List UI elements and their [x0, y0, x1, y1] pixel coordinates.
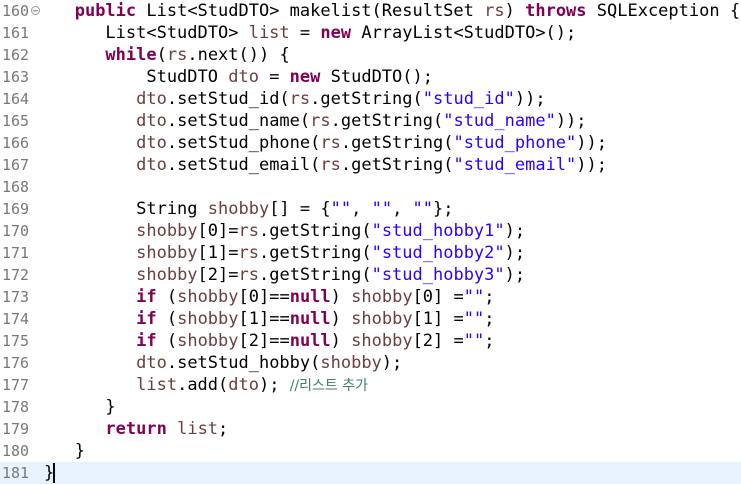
line-number: 175 — [2, 332, 30, 350]
code-text: list.add(dto); //리스트 추가 — [136, 375, 368, 395]
code-line-161[interactable]: 161 List<StudDTO> list = new ArrayList<S… — [0, 22, 741, 44]
line-number: 163 — [2, 68, 30, 86]
code-line-181[interactable]: 181} — [0, 462, 741, 484]
line-number: 173 — [2, 288, 30, 306]
line-number: 168 — [2, 178, 30, 196]
code-line-180[interactable]: 180 } — [0, 440, 741, 462]
code-text: if (shobby[1]==null) shobby[1] =""; — [136, 309, 495, 329]
code-text: } — [44, 397, 116, 417]
code-editor[interactable]: 160− public List<StudDTO> makelist(Resul… — [0, 0, 741, 484]
line-number: 177 — [2, 376, 30, 394]
fold-minus-icon[interactable]: − — [31, 6, 40, 17]
line-number: 176 — [2, 354, 30, 372]
code-line-160[interactable]: 160− public List<StudDTO> makelist(Resul… — [0, 0, 741, 22]
code-text: dto.setStud_hobby(shobby); — [136, 353, 403, 373]
code-text: StudDTO dto = new StudDTO(); — [44, 67, 433, 87]
code-text: while(rs.next()) { — [105, 45, 290, 65]
line-number: 164 — [2, 90, 30, 108]
line-number: 169 — [2, 200, 30, 218]
code-line-179[interactable]: 179 return list; — [0, 418, 741, 440]
line-number: 180 — [2, 442, 30, 460]
code-line-168[interactable]: 168 — [0, 176, 741, 198]
line-number: 170 — [2, 222, 30, 240]
line-number: 162 — [2, 46, 30, 64]
code-text: shobby[1]=rs.getString("stud_hobby2"); — [136, 243, 526, 263]
code-line-177[interactable]: 177 list.add(dto); //리스트 추가 — [0, 374, 741, 396]
code-line-167[interactable]: 167 dto.setStud_email(rs.getString("stud… — [0, 154, 741, 176]
code-line-166[interactable]: 166 dto.setStud_phone(rs.getString("stud… — [0, 132, 741, 154]
line-number: 167 — [2, 156, 30, 174]
line-number: 165 — [2, 112, 30, 130]
code-line-175[interactable]: 175 if (shobby[2]==null) shobby[2] =""; — [0, 330, 741, 352]
code-text: } — [44, 441, 85, 461]
code-line-170[interactable]: 170 shobby[0]=rs.getString("stud_hobby1"… — [0, 220, 741, 242]
code-text: public List<StudDTO> makelist(ResultSet … — [74, 1, 741, 21]
code-text: shobby[0]=rs.getString("stud_hobby1"); — [136, 221, 526, 241]
code-text: dto.setStud_id(rs.getString("stud_id")); — [136, 89, 546, 109]
line-number: 161 — [2, 24, 30, 42]
code-line-164[interactable]: 164 dto.setStud_id(rs.getString("stud_id… — [0, 88, 741, 110]
code-line-173[interactable]: 173 if (shobby[0]==null) shobby[0] =""; — [0, 286, 741, 308]
line-number: 166 — [2, 134, 30, 152]
code-text: if (shobby[0]==null) shobby[0] =""; — [136, 287, 495, 307]
text-cursor — [53, 463, 55, 483]
code-line-171[interactable]: 171 shobby[1]=rs.getString("stud_hobby2"… — [0, 242, 741, 264]
code-line-162[interactable]: 162 while(rs.next()) { — [0, 44, 741, 66]
code-text: if (shobby[2]==null) shobby[2] =""; — [136, 331, 495, 351]
line-number: 178 — [2, 398, 30, 416]
code-line-172[interactable]: 172 shobby[2]=rs.getString("stud_hobby3"… — [0, 264, 741, 286]
code-line-176[interactable]: 176 dto.setStud_hobby(shobby); — [0, 352, 741, 374]
code-text: shobby[2]=rs.getString("stud_hobby3"); — [136, 265, 526, 285]
code-line-174[interactable]: 174 if (shobby[1]==null) shobby[1] =""; — [0, 308, 741, 330]
line-number: 174 — [2, 310, 30, 328]
code-text: List<StudDTO> list = new ArrayList<StudD… — [44, 23, 577, 43]
code-line-165[interactable]: 165 dto.setStud_name(rs.getString("stud_… — [0, 110, 741, 132]
code-line-178[interactable]: 178 } — [0, 396, 741, 418]
code-text: dto.setStud_name(rs.getString("stud_name… — [136, 111, 587, 131]
code-text: dto.setStud_email(rs.getString("stud_ema… — [136, 155, 607, 175]
code-text: String shobby[] = {"", "", ""}; — [44, 199, 454, 219]
line-number: 179 — [2, 420, 30, 438]
line-number: 172 — [2, 266, 30, 284]
line-number: 171 — [2, 244, 30, 262]
line-number: 181 — [2, 464, 30, 482]
code-line-169[interactable]: 169 String shobby[] = {"", "", ""}; — [0, 198, 741, 220]
code-text: return list; — [105, 419, 229, 439]
code-line-163[interactable]: 163 StudDTO dto = new StudDTO(); — [0, 66, 741, 88]
code-text: dto.setStud_phone(rs.getString("stud_pho… — [136, 133, 607, 153]
